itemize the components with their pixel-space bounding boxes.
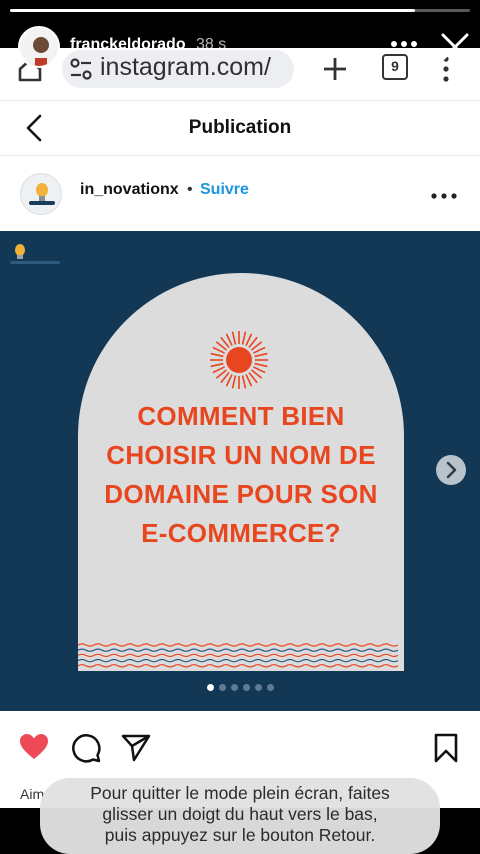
- plus-icon[interactable]: [320, 54, 350, 84]
- send-icon[interactable]: [120, 732, 152, 764]
- carousel-dot: [254, 684, 262, 691]
- chevron-right-icon: [446, 461, 457, 479]
- story-time: 38 s: [196, 36, 227, 53]
- post-image[interactable]: COMMENT BIEN CHOISIR UN NOM DE DOMAINE P…: [0, 231, 480, 711]
- toast-line: glisser un doigt du haut vers le bas,: [102, 804, 378, 824]
- carousel-indicator: [0, 684, 480, 691]
- story-progress-bar: [10, 9, 470, 12]
- toast-line: puis appuyez sur le bouton Retour.: [104, 825, 376, 845]
- carousel-dot: [242, 684, 250, 691]
- headline-line: CHOISIR UN NOM DE: [106, 440, 376, 470]
- wave-decoration: [78, 643, 399, 668]
- carousel-dot: [230, 684, 238, 691]
- browser-toolbar: instagram.com/ 9: [0, 48, 480, 100]
- bookmark-icon[interactable]: [430, 732, 462, 764]
- avatar[interactable]: [20, 173, 62, 215]
- heart-icon[interactable]: [18, 731, 50, 763]
- more-horizontal-icon[interactable]: [430, 193, 458, 199]
- shared-screenshot: instagram.com/ 9 Publication in_novation…: [0, 48, 480, 808]
- headline-line: DOMAINE POUR SON: [104, 479, 378, 509]
- carousel-dot: [218, 684, 226, 691]
- brand-logo-icon: [21, 174, 61, 214]
- story-progress-fill: [10, 9, 415, 12]
- separator-dot: •: [187, 181, 193, 198]
- story-more-icon[interactable]: [390, 40, 418, 48]
- url-text[interactable]: instagram.com/: [100, 53, 271, 82]
- toast-line: Pour quitter le mode plein écran, faites: [90, 783, 390, 803]
- carousel-dot: [206, 684, 214, 691]
- fullscreen-toast: Pour quitter le mode plein écran, faites…: [40, 778, 440, 854]
- carousel-dot: [266, 684, 274, 691]
- post-username[interactable]: in_novationx: [80, 181, 179, 199]
- comment-icon[interactable]: [70, 732, 102, 764]
- tabs-icon[interactable]: 9: [382, 54, 408, 80]
- tune-icon[interactable]: [68, 56, 94, 82]
- follow-button[interactable]: Suivre: [200, 181, 249, 199]
- close-icon[interactable]: [438, 30, 472, 64]
- headline-line: E-COMMERCE?: [141, 518, 341, 548]
- page-title: Publication: [188, 117, 292, 138]
- carousel-next-button[interactable]: [436, 455, 466, 485]
- sun-icon: [210, 331, 268, 389]
- post-headline: COMMENT BIEN CHOISIR UN NOM DE DOMAINE P…: [78, 397, 404, 553]
- story-username[interactable]: franckeldorado: [70, 36, 186, 54]
- instagram-header: Publication: [0, 100, 480, 156]
- headline-line: COMMENT BIEN: [137, 401, 345, 431]
- brand-watermark-icon: [10, 244, 60, 264]
- post-header: in_novationx • Suivre: [0, 157, 480, 231]
- story-avatar[interactable]: [18, 26, 60, 68]
